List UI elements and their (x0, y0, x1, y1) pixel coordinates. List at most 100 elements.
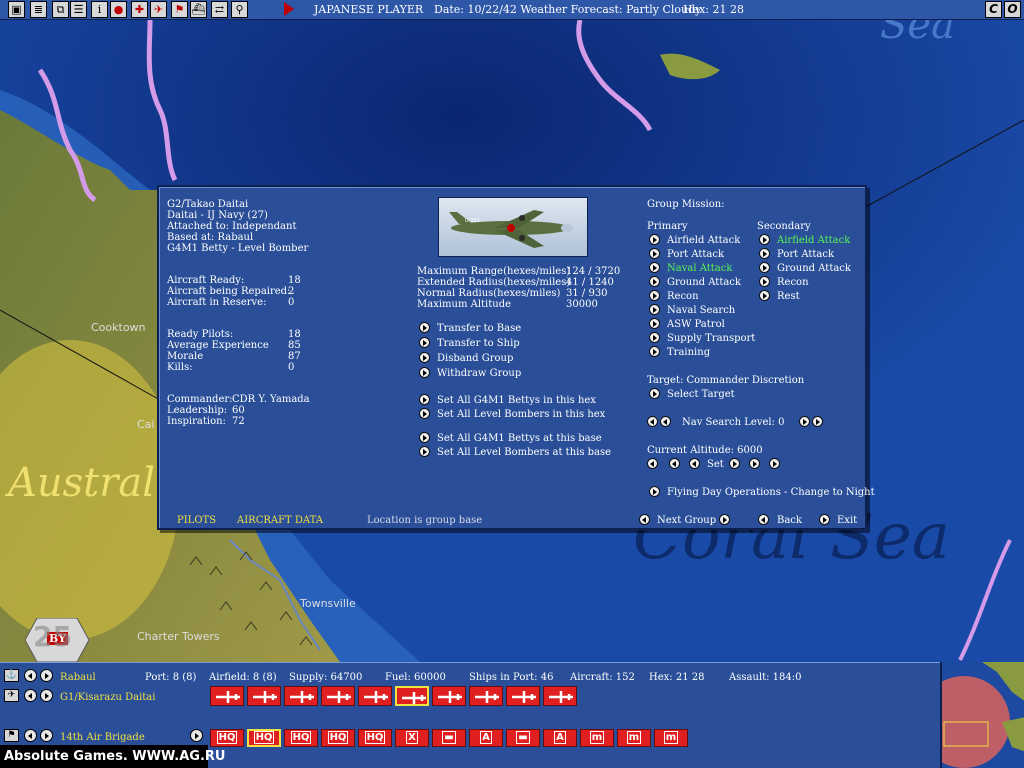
next-base-arrow-icon[interactable] (40, 669, 53, 682)
prev-unit-icon[interactable] (24, 729, 37, 742)
unit-tile[interactable]: HQ (284, 729, 318, 747)
ship-icon[interactable]: ⛴ (190, 1, 207, 18)
unit-tile[interactable]: m (654, 729, 688, 747)
flag-japan-icon[interactable]: ● (110, 1, 127, 18)
hq-unit-more-icon[interactable] (190, 729, 203, 742)
primary-mission-6-arrow-icon[interactable] (649, 318, 660, 329)
secondary-mission-4[interactable]: Rest (777, 291, 800, 302)
disband-arrow-icon[interactable] (419, 352, 430, 363)
transfer-to-ship-button[interactable]: Transfer to Ship (437, 338, 520, 349)
unit-tile[interactable]: HQ (247, 729, 281, 747)
altitude-set-button[interactable]: Set (707, 459, 724, 470)
medal-icon[interactable]: ✚ (131, 1, 148, 18)
nav-search-fast-down-icon[interactable] (647, 416, 658, 427)
primary-mission-1[interactable]: Port Attack (667, 249, 724, 260)
aircraft-tile[interactable] (469, 686, 503, 706)
primary-mission-0[interactable]: Airfield Attack (667, 235, 740, 246)
primary-mission-3[interactable]: Ground Attack (667, 277, 741, 288)
exit-arrow-icon[interactable] (819, 514, 830, 525)
next-unit-icon[interactable] (40, 729, 53, 742)
aircraft-tile[interactable] (395, 686, 429, 706)
aircraft-tile[interactable] (247, 686, 281, 706)
set-all-type-hex-button[interactable]: Set All G4M1 Bettys in this hex (437, 395, 596, 406)
unit-tile[interactable]: HQ (358, 729, 392, 747)
set-all-role-hex-button[interactable]: Set All Level Bombers in this hex (437, 409, 605, 420)
aircraft-tile[interactable] (284, 686, 318, 706)
altitude-up-icon[interactable] (729, 458, 740, 469)
document-icon[interactable]: ≣ (30, 1, 47, 18)
unit-tile[interactable]: HQ (321, 729, 355, 747)
exit-button[interactable]: Exit (837, 515, 857, 526)
transfer-to-base-button[interactable]: Transfer to Base (437, 323, 521, 334)
primary-mission-3-arrow-icon[interactable] (649, 276, 660, 287)
aircraft-tile[interactable] (358, 686, 392, 706)
primary-mission-4-arrow-icon[interactable] (649, 290, 660, 301)
set-hex-type-arrow-icon[interactable] (419, 394, 430, 405)
mini-map[interactable] (940, 662, 1024, 768)
plane-cross-icon[interactable]: ✈ (150, 1, 167, 18)
aircraft-tile[interactable] (506, 686, 540, 706)
set-base-role-arrow-icon[interactable] (419, 446, 430, 457)
hq-unit-name[interactable]: 14th Air Brigade (60, 732, 145, 743)
secondary-mission-3[interactable]: Recon (777, 277, 809, 288)
aircraft-tile[interactable] (543, 686, 577, 706)
primary-mission-8-arrow-icon[interactable] (649, 346, 660, 357)
primary-mission-7[interactable]: Supply Transport (667, 333, 755, 344)
aircraft-data-tab[interactable]: AIRCRAFT DATA (237, 515, 323, 526)
flying-day-arrow-icon[interactable] (649, 486, 660, 497)
primary-mission-0-arrow-icon[interactable] (649, 234, 660, 245)
play-icon[interactable] (284, 2, 294, 16)
info-icon[interactable]: i (91, 1, 108, 18)
unit-tile[interactable]: ▬ (432, 729, 466, 747)
withdraw-group-button[interactable]: Withdraw Group (437, 368, 521, 379)
nav-search-fast-up-icon[interactable] (812, 416, 823, 427)
nav-search-up-icon[interactable] (799, 416, 810, 427)
plane-icon[interactable]: ✈ (4, 689, 19, 702)
secondary-mission-0[interactable]: Airfield Attack (777, 235, 850, 246)
set-all-role-base-button[interactable]: Set All Level Bombers at this base (437, 447, 611, 458)
secondary-mission-1-arrow-icon[interactable] (759, 248, 770, 259)
prev-group-arrow-icon[interactable] (639, 514, 650, 525)
base-name[interactable]: Rabaul (60, 672, 96, 683)
aircraft-tile[interactable] (321, 686, 355, 706)
air-group-name[interactable]: G1/Kisarazu Daitai (60, 692, 155, 703)
primary-mission-6[interactable]: ASW Patrol (667, 319, 725, 330)
withdraw-arrow-icon[interactable] (419, 367, 430, 378)
primary-mission-8[interactable]: Training (667, 347, 710, 358)
secondary-mission-0-arrow-icon[interactable] (759, 234, 770, 245)
c-button[interactable]: C (985, 1, 1002, 18)
primary-mission-4[interactable]: Recon (667, 291, 699, 302)
aircraft-tile[interactable] (432, 686, 466, 706)
primary-mission-1-arrow-icon[interactable] (649, 248, 660, 259)
next-group-button[interactable]: Next Group (657, 515, 716, 526)
unit-tile[interactable]: m (617, 729, 651, 747)
transfer-base-arrow-icon[interactable] (419, 322, 430, 333)
o-button[interactable]: O (1004, 1, 1021, 18)
unit-tile[interactable]: m (580, 729, 614, 747)
unit-tile[interactable]: A (469, 729, 503, 747)
prev-base-arrow-icon[interactable] (24, 669, 37, 682)
set-all-type-base-button[interactable]: Set All G4M1 Bettys at this base (437, 433, 602, 444)
pilots-tab[interactable]: PILOTS (177, 515, 216, 526)
magnifier-icon[interactable]: ⚲ (231, 1, 248, 18)
secondary-mission-1[interactable]: Port Attack (777, 249, 834, 260)
flag-icon[interactable]: ⚑ (171, 1, 188, 18)
transfer-ship-arrow-icon[interactable] (419, 337, 430, 348)
next-group-icon[interactable] (40, 689, 53, 702)
aircraft-tile[interactable] (210, 686, 244, 706)
unit-tile[interactable]: HQ (210, 729, 244, 747)
primary-mission-2-arrow-icon[interactable] (649, 262, 660, 273)
primary-mission-5-arrow-icon[interactable] (649, 304, 660, 315)
altitude-down-fast-icon[interactable] (669, 458, 680, 469)
secondary-mission-3-arrow-icon[interactable] (759, 276, 770, 287)
unit-tile[interactable]: ▬ (506, 729, 540, 747)
nav-search-down-icon[interactable] (660, 416, 671, 427)
set-hex-role-arrow-icon[interactable] (419, 408, 430, 419)
secondary-mission-2-arrow-icon[interactable] (759, 262, 770, 273)
select-target-button[interactable]: Select Target (667, 389, 735, 400)
base-anchor-icon[interactable]: ⚓ (4, 669, 19, 682)
hq-flag-icon[interactable]: ⚑ (4, 729, 19, 742)
back-arrow-icon[interactable] (758, 514, 769, 525)
set-base-type-arrow-icon[interactable] (419, 432, 430, 443)
secondary-mission-2[interactable]: Ground Attack (777, 263, 851, 274)
